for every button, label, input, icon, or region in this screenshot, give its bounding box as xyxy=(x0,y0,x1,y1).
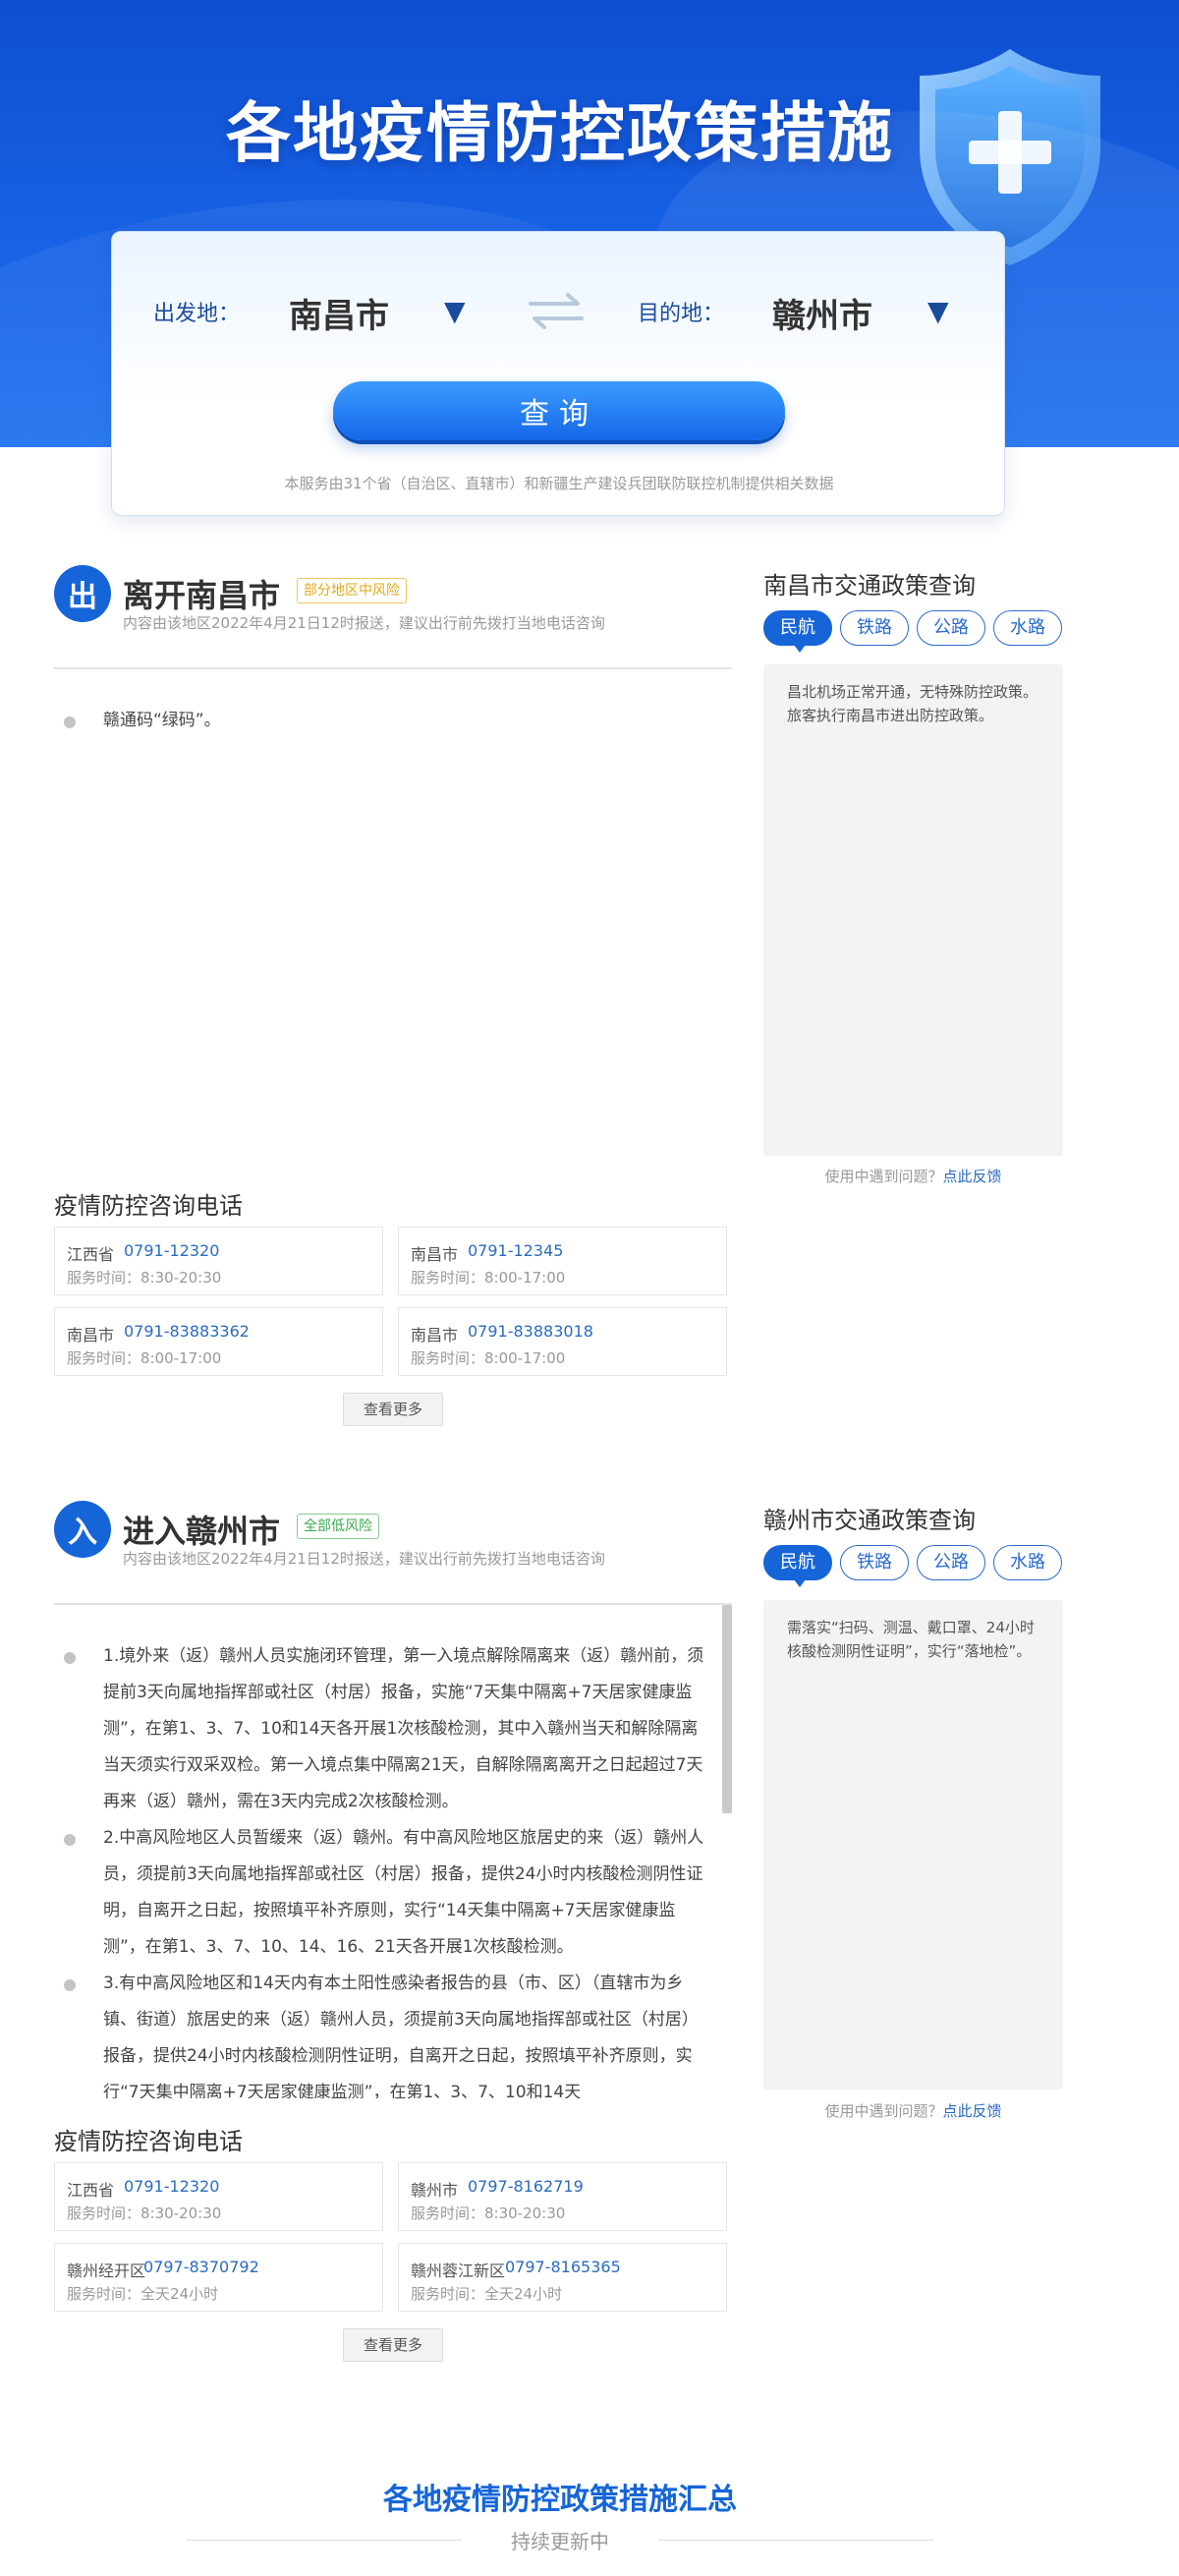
phone-hours: 服务时间：8:30-20:30 xyxy=(67,1269,222,1287)
phone-number-link[interactable]: 0791-83883018 xyxy=(468,1322,593,1341)
phone-hours: 服务时间：全天24小时 xyxy=(411,2285,563,2303)
policy-item: 3.有中高风险地区和14天内有本土阳性感染者报告的县（市、区）（直辖市为乡镇、街… xyxy=(54,1966,707,2098)
phone-region: 南昌市 xyxy=(411,1245,459,1264)
phone-region: 赣州蓉江新区 xyxy=(411,2261,506,2280)
leave-icon: 出 xyxy=(54,565,111,622)
tab-railway[interactable]: 铁路 xyxy=(840,1545,909,1580)
enter-phone-title: 疫情防控咨询电话 xyxy=(54,2128,243,2155)
enter-phone-card: 赣州蓉江新区 0797-8165365 服务时间：全天24小时 xyxy=(398,2243,727,2312)
to-city-select[interactable]: 赣州市 xyxy=(772,289,872,337)
footer-subtitle-row: 持续更新中 xyxy=(187,2526,933,2555)
from-label: 出发地： xyxy=(153,302,241,326)
to-label: 目的地： xyxy=(638,302,725,326)
policy-item: 2.中高风险地区人员暂缓来（返）赣州。有中高风险地区旅居史的来（返）赣州人员，须… xyxy=(54,1820,707,1966)
enter-more-button[interactable]: 查看更多 xyxy=(343,2328,443,2362)
leave-side-text: 昌北机场正常开通，无特殊防控政策。旅客执行南昌市进出防控政策。 xyxy=(763,664,1063,1156)
enter-phone-card: 赣州市 0797-8162719 服务时间：8:30-20:30 xyxy=(398,2162,727,2231)
footer-subtitle: 持续更新中 xyxy=(511,2530,609,2553)
enter-side-text: 需落实“扫码、测温、戴口罩、24小时核酸检测阴性证明”，实行“落地检”。 xyxy=(763,1600,1063,2089)
leave-more-button[interactable]: 查看更多 xyxy=(343,1393,443,1426)
enter-divider xyxy=(54,1603,732,1605)
phone-hours: 服务时间：8:00-17:00 xyxy=(411,1349,566,1367)
leave-title: 离开南昌市 xyxy=(123,577,281,614)
to-caret-down-icon[interactable]: ▼ xyxy=(927,295,949,327)
tab-railway[interactable]: 铁路 xyxy=(840,610,909,646)
enter-phone-card: 江西省 0791-12320 服务时间：8:30-20:30 xyxy=(54,2162,383,2231)
phone-hours: 服务时间：8:00-17:00 xyxy=(411,1269,566,1287)
leave-policy-list: 赣通码“绿码”。 xyxy=(54,703,732,1214)
phone-number-link[interactable]: 0791-83883362 xyxy=(124,1322,250,1341)
leave-phone-card: 南昌市 0791-83883362 服务时间：8:00-17:00 xyxy=(54,1307,383,1376)
policy-scrollbar[interactable] xyxy=(722,1605,732,1813)
leave-subtitle: 内容由该地区2022年4月21日12时报送，建议出行前先拨打当地电话咨询 xyxy=(123,614,605,632)
enter-title: 进入赣州市 xyxy=(123,1513,281,1550)
phone-number-link[interactable]: 0791-12320 xyxy=(124,1241,219,1260)
phone-hours: 服务时间：8:30-20:30 xyxy=(411,2204,566,2222)
phone-region: 赣州市 xyxy=(411,2181,459,2200)
tab-highway[interactable]: 公路 xyxy=(917,1545,985,1580)
from-city-select[interactable]: 南昌市 xyxy=(289,289,389,337)
phone-hours: 服务时间：8:00-17:00 xyxy=(67,1349,222,1367)
tab-highway[interactable]: 公路 xyxy=(917,610,985,646)
from-caret-down-icon[interactable]: ▼ xyxy=(444,295,466,327)
phone-hours: 服务时间：8:30-20:30 xyxy=(67,2204,222,2222)
feedback-text: 使用中遇到问题？ xyxy=(824,1168,943,1185)
query-button[interactable]: 查询 xyxy=(333,381,785,440)
leave-phone-card: 南昌市 0791-83883018 服务时间：8:00-17:00 xyxy=(398,1307,727,1376)
phone-region: 江西省 xyxy=(67,2181,115,2200)
footer-title: 各地疫情防控政策措施汇总 xyxy=(383,2483,737,2517)
feedback-link[interactable]: 点此反馈 xyxy=(943,2102,1002,2120)
phone-hours: 服务时间：全天24小时 xyxy=(67,2285,219,2303)
enter-policy-list: 1.境外来（返）赣州人员实施闭环管理，第一入境点解除隔离来（返）赣州前，须提前3… xyxy=(54,1638,707,2098)
enter-subtitle: 内容由该地区2022年4月21日12时报送，建议出行前先拨打当地电话咨询 xyxy=(123,1550,605,1568)
phone-region: 南昌市 xyxy=(67,1326,115,1345)
enter-icon: 入 xyxy=(54,1501,111,1558)
phone-number-link[interactable]: 0797-8165365 xyxy=(505,2258,621,2276)
policy-item: 1.境外来（返）赣州人员实施闭环管理，第一入境点解除隔离来（返）赣州前，须提前3… xyxy=(54,1638,707,1820)
leave-phone-title: 疫情防控咨询电话 xyxy=(54,1192,243,1220)
swap-icon[interactable] xyxy=(525,289,588,332)
leave-risk-badge: 部分地区中风险 xyxy=(297,578,407,603)
enter-phone-card: 赣州经开区 0797-8370792 服务时间：全天24小时 xyxy=(54,2243,383,2312)
tab-civil-aviation[interactable]: 民航 xyxy=(763,1545,832,1587)
feedback-link[interactable]: 点此反馈 xyxy=(943,1168,1002,1185)
leave-phone-card: 南昌市 0791-12345 服务时间：8:00-17:00 xyxy=(398,1227,727,1295)
leave-phone-card: 江西省 0791-12320 服务时间：8:30-20:30 xyxy=(54,1227,383,1295)
phone-number-link[interactable]: 0791-12320 xyxy=(124,2177,219,2196)
tab-waterway[interactable]: 水路 xyxy=(993,610,1062,646)
search-card: 出发地： 南昌市 ▼ 目的地： 赣州市 ▼ 查询 本服务由31个省（自治区、直辖… xyxy=(111,231,1005,516)
enter-side-title: 赣州市交通政策查询 xyxy=(763,1507,976,1534)
leave-side-title: 南昌市交通政策查询 xyxy=(763,572,976,600)
phone-region: 江西省 xyxy=(67,1245,115,1264)
phone-number-link[interactable]: 0797-8370792 xyxy=(143,2258,259,2276)
tab-waterway[interactable]: 水路 xyxy=(993,1545,1062,1580)
policy-item: 赣通码“绿码”。 xyxy=(54,703,732,739)
leave-feedback: 使用中遇到问题？点此反馈 xyxy=(763,1166,1063,1186)
feedback-text: 使用中遇到问题？ xyxy=(824,2102,943,2120)
enter-feedback: 使用中遇到问题？点此反馈 xyxy=(763,2100,1063,2121)
enter-risk-badge: 全部低风险 xyxy=(297,1514,379,1539)
leave-divider xyxy=(54,667,732,669)
tab-civil-aviation[interactable]: 民航 xyxy=(763,610,832,653)
phone-region: 赣州经开区 xyxy=(67,2261,146,2280)
phone-number-link[interactable]: 0791-12345 xyxy=(468,1241,563,1260)
phone-number-link[interactable]: 0797-8162719 xyxy=(468,2177,584,2196)
service-note: 本服务由31个省（自治区、直辖市）和新疆生产建设兵团联防联控机制提供相关数据 xyxy=(284,475,834,492)
phone-region: 南昌市 xyxy=(411,1326,459,1345)
